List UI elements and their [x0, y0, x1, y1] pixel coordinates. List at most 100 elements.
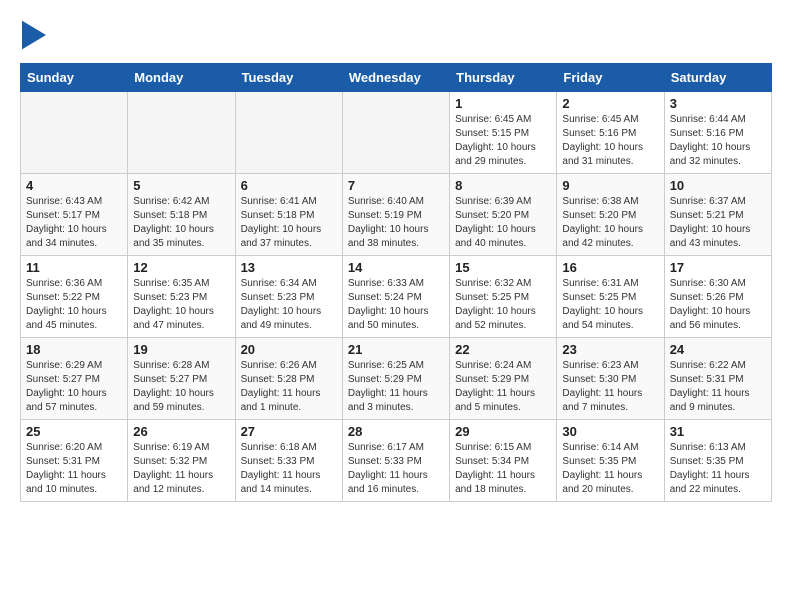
day-info: Sunrise: 6:30 AM Sunset: 5:26 PM Dayligh… [670, 277, 766, 333]
day-info: Sunrise: 6:35 AM Sunset: 5:23 PM Dayligh… [133, 277, 229, 333]
calendar-cell: 31 Sunrise: 6:13 AM Sunset: 5:35 PM Dayli… [664, 420, 771, 502]
day-info: Sunrise: 6:18 AM Sunset: 5:33 PM Dayligh… [241, 441, 337, 497]
logo [20, 20, 46, 55]
day-number: 17 [670, 260, 766, 275]
day-header-friday: Friday [557, 64, 664, 92]
calendar-week-row: 4 Sunrise: 6:43 AM Sunset: 5:17 PM Daylig… [21, 174, 772, 256]
calendar-cell [342, 92, 449, 174]
day-number: 19 [133, 342, 229, 357]
day-number: 14 [348, 260, 444, 275]
day-info: Sunrise: 6:44 AM Sunset: 5:16 PM Dayligh… [670, 113, 766, 169]
day-info: Sunrise: 6:33 AM Sunset: 5:24 PM Dayligh… [348, 277, 444, 333]
calendar-week-row: 11 Sunrise: 6:36 AM Sunset: 5:22 PM Dayli… [21, 256, 772, 338]
day-header-wednesday: Wednesday [342, 64, 449, 92]
day-number: 18 [26, 342, 122, 357]
day-info: Sunrise: 6:38 AM Sunset: 5:20 PM Dayligh… [562, 195, 658, 251]
day-number: 4 [26, 178, 122, 193]
day-number: 11 [26, 260, 122, 275]
calendar-cell: 15Sunrise: 6:32 AM Sunset: 5:25 PM Dayli… [450, 256, 557, 338]
day-info: Sunrise: 6:29 AM Sunset: 5:27 PM Dayligh… [26, 359, 122, 415]
calendar-cell: 17 Sunrise: 6:30 AM Sunset: 5:26 PM Dayli… [664, 256, 771, 338]
day-info: Sunrise: 6:20 AM Sunset: 5:31 PM Dayligh… [26, 441, 122, 497]
calendar-cell: 25 Sunrise: 6:20 AM Sunset: 5:31 PM Dayli… [21, 420, 128, 502]
day-number: 28 [348, 424, 444, 439]
calendar-week-row: 25 Sunrise: 6:20 AM Sunset: 5:31 PM Dayli… [21, 420, 772, 502]
day-info: Sunrise: 6:17 AM Sunset: 5:33 PM Dayligh… [348, 441, 444, 497]
day-header-tuesday: Tuesday [235, 64, 342, 92]
calendar-cell [128, 92, 235, 174]
day-number: 15 [455, 260, 551, 275]
day-number: 23 [562, 342, 658, 357]
day-number: 9 [562, 178, 658, 193]
day-info: Sunrise: 6:23 AM Sunset: 5:30 PM Dayligh… [562, 359, 658, 415]
day-info: Sunrise: 6:22 AM Sunset: 5:31 PM Dayligh… [670, 359, 766, 415]
day-info: Sunrise: 6:41 AM Sunset: 5:18 PM Dayligh… [241, 195, 337, 251]
calendar-week-row: 1 Sunrise: 6:45 AM Sunset: 5:15 PM Daylig… [21, 92, 772, 174]
day-number: 7 [348, 178, 444, 193]
calendar-cell: 2Sunrise: 6:45 AM Sunset: 5:16 PM Daylig… [557, 92, 664, 174]
day-number: 8 [455, 178, 551, 193]
day-number: 30 [562, 424, 658, 439]
calendar-cell: 11 Sunrise: 6:36 AM Sunset: 5:22 PM Dayli… [21, 256, 128, 338]
calendar-cell: 29 Sunrise: 6:15 AM Sunset: 5:34 PM Dayli… [450, 420, 557, 502]
day-number: 3 [670, 96, 766, 111]
day-number: 21 [348, 342, 444, 357]
day-header-sunday: Sunday [21, 64, 128, 92]
day-info: Sunrise: 6:14 AM Sunset: 5:35 PM Dayligh… [562, 441, 658, 497]
day-number: 29 [455, 424, 551, 439]
day-info: Sunrise: 6:24 AM Sunset: 5:29 PM Dayligh… [455, 359, 551, 415]
calendar-table: SundayMondayTuesdayWednesdayThursdayFrid… [20, 63, 772, 502]
calendar-cell: 14 Sunrise: 6:33 AM Sunset: 5:24 PM Dayli… [342, 256, 449, 338]
day-number: 10 [670, 178, 766, 193]
calendar-cell [21, 92, 128, 174]
header [20, 20, 772, 55]
day-info: Sunrise: 6:39 AM Sunset: 5:20 PM Dayligh… [455, 195, 551, 251]
calendar-cell: 3 Sunrise: 6:44 AM Sunset: 5:16 PM Daylig… [664, 92, 771, 174]
day-header-saturday: Saturday [664, 64, 771, 92]
day-info: Sunrise: 6:42 AM Sunset: 5:18 PM Dayligh… [133, 195, 229, 251]
day-number: 5 [133, 178, 229, 193]
day-number: 12 [133, 260, 229, 275]
day-number: 25 [26, 424, 122, 439]
day-number: 20 [241, 342, 337, 357]
calendar-cell: 30 Sunrise: 6:14 AM Sunset: 5:35 PM Dayli… [557, 420, 664, 502]
day-number: 6 [241, 178, 337, 193]
day-number: 22 [455, 342, 551, 357]
day-number: 1 [455, 96, 551, 111]
calendar-cell: 21 Sunrise: 6:25 AM Sunset: 5:29 PM Dayli… [342, 338, 449, 420]
day-info: Sunrise: 6:40 AM Sunset: 5:19 PM Dayligh… [348, 195, 444, 251]
day-number: 13 [241, 260, 337, 275]
day-info: Sunrise: 6:15 AM Sunset: 5:34 PM Dayligh… [455, 441, 551, 497]
day-info: Sunrise: 6:13 AM Sunset: 5:35 PM Dayligh… [670, 441, 766, 497]
calendar-cell: 13 Sunrise: 6:34 AM Sunset: 5:23 PM Dayli… [235, 256, 342, 338]
day-info: Sunrise: 6:43 AM Sunset: 5:17 PM Dayligh… [26, 195, 122, 251]
day-number: 2 [562, 96, 658, 111]
calendar-cell: 8 Sunrise: 6:39 AM Sunset: 5:20 PM Daylig… [450, 174, 557, 256]
day-info: Sunrise: 6:26 AM Sunset: 5:28 PM Dayligh… [241, 359, 337, 415]
calendar-cell: 10Sunrise: 6:37 AM Sunset: 5:21 PM Dayli… [664, 174, 771, 256]
day-info: Sunrise: 6:25 AM Sunset: 5:29 PM Dayligh… [348, 359, 444, 415]
day-number: 26 [133, 424, 229, 439]
calendar-cell: 4 Sunrise: 6:43 AM Sunset: 5:17 PM Daylig… [21, 174, 128, 256]
calendar-cell: 6 Sunrise: 6:41 AM Sunset: 5:18 PM Daylig… [235, 174, 342, 256]
day-header-thursday: Thursday [450, 64, 557, 92]
calendar-cell: 1 Sunrise: 6:45 AM Sunset: 5:15 PM Daylig… [450, 92, 557, 174]
day-info: Sunrise: 6:19 AM Sunset: 5:32 PM Dayligh… [133, 441, 229, 497]
day-number: 31 [670, 424, 766, 439]
day-info: Sunrise: 6:31 AM Sunset: 5:25 PM Dayligh… [562, 277, 658, 333]
calendar-cell: 24 Sunrise: 6:22 AM Sunset: 5:31 PM Dayli… [664, 338, 771, 420]
day-info: Sunrise: 6:34 AM Sunset: 5:23 PM Dayligh… [241, 277, 337, 333]
day-header-monday: Monday [128, 64, 235, 92]
day-number: 16 [562, 260, 658, 275]
calendar-header-row: SundayMondayTuesdayWednesdayThursdayFrid… [21, 64, 772, 92]
calendar-cell: 26 Sunrise: 6:19 AM Sunset: 5:32 PM Dayli… [128, 420, 235, 502]
calendar-cell: 23 Sunrise: 6:23 AM Sunset: 5:30 PM Dayli… [557, 338, 664, 420]
calendar-cell: 27 Sunrise: 6:18 AM Sunset: 5:33 PM Dayli… [235, 420, 342, 502]
day-info: Sunrise: 6:36 AM Sunset: 5:22 PM Dayligh… [26, 277, 122, 333]
logo-icon [22, 20, 46, 50]
calendar-cell: 20 Sunrise: 6:26 AM Sunset: 5:28 PM Dayli… [235, 338, 342, 420]
day-info: Sunrise: 6:45 AM Sunset: 5:15 PM Dayligh… [455, 113, 551, 169]
day-number: 27 [241, 424, 337, 439]
calendar-cell: 9 Sunrise: 6:38 AM Sunset: 5:20 PM Daylig… [557, 174, 664, 256]
day-number: 24 [670, 342, 766, 357]
